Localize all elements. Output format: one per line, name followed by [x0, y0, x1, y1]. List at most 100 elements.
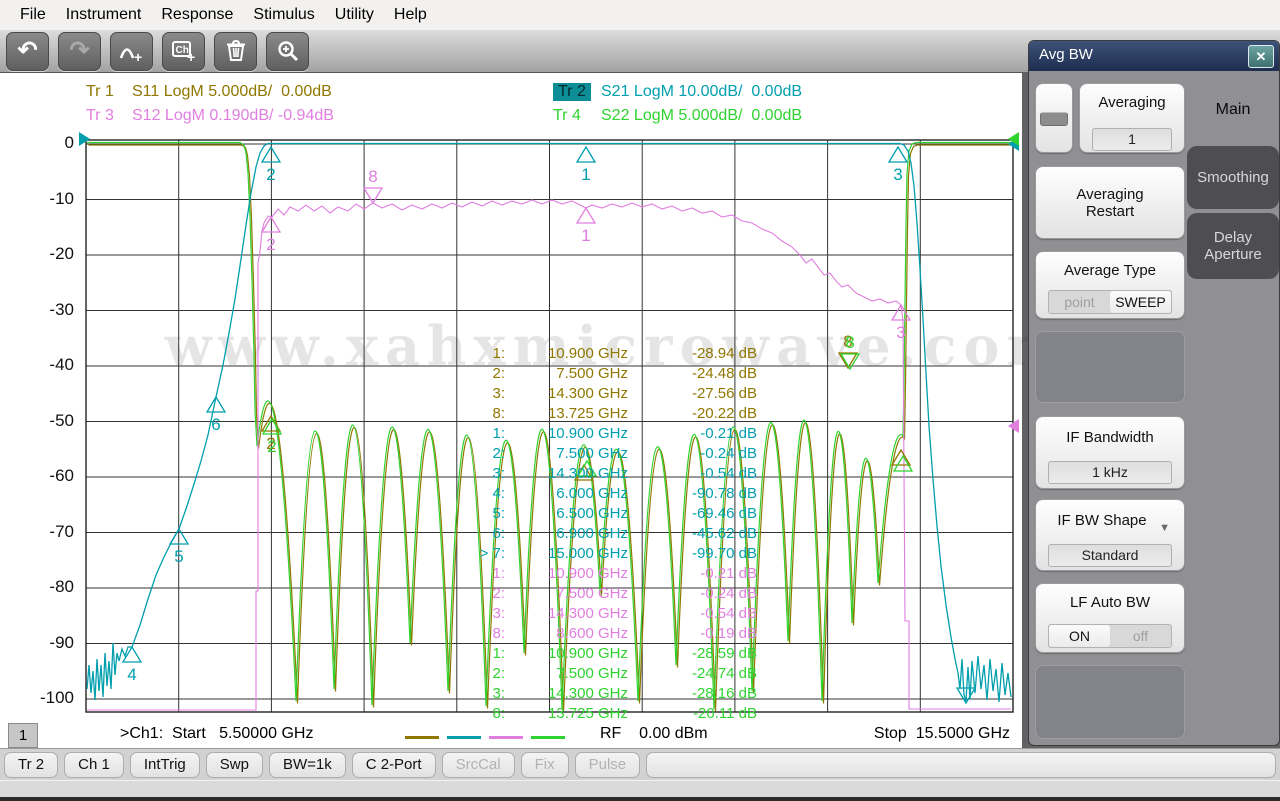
- if-bandwidth-value[interactable]: 1 kHz: [1048, 461, 1172, 484]
- marker-magenta-1[interactable]: [575, 206, 597, 224]
- marker-readout-cell: -20.11 dB: [693, 705, 757, 722]
- status-button-inttrig[interactable]: IntTrig: [129, 751, 200, 778]
- if-bandwidth-button[interactable]: IF Bandwidth 1 kHz: [1035, 416, 1185, 489]
- status-button-blank[interactable]: [646, 751, 1276, 778]
- undo-button[interactable]: ↶: [6, 31, 49, 71]
- status-button-ch-1[interactable]: Ch 1: [64, 751, 124, 778]
- if-bw-shape-label: IF BW Shape: [1057, 512, 1147, 529]
- marker-readout-row-green-2: 2: 7.500 GHz -24.74 dB: [0, 665, 757, 685]
- redo-icon: ↷: [69, 37, 90, 64]
- plot-region: www.xahxmicrowave.com Tr 1 S11 LogM 5.00…: [0, 72, 1064, 748]
- marker-readout-cell: 8:: [492, 705, 505, 722]
- marker-readout-row-cyan-2: 2: 7.500 GHz -0.24 dB: [0, 445, 757, 465]
- averaging-restart-button[interactable]: Averaging Restart: [1035, 166, 1185, 239]
- menu-item-file[interactable]: File: [10, 6, 56, 24]
- average-type-toggle[interactable]: point SWEEP: [1048, 290, 1172, 314]
- tab-delay-aperture[interactable]: Delay Aperture: [1187, 213, 1279, 279]
- marker-readout-cell: 1:: [492, 345, 505, 362]
- marker-readout-row-olive-3: 3: 14.300 GHz -27.56 dB: [0, 385, 757, 405]
- status-button-swp[interactable]: Swp: [205, 751, 263, 778]
- marker-label-magenta-3: 3: [896, 323, 905, 342]
- marker-readout-cell: 4:: [492, 485, 505, 502]
- channel-number-box[interactable]: 1: [8, 723, 38, 748]
- average-type-option-point[interactable]: point: [1049, 291, 1110, 313]
- marker-readout-cell: 14.300 GHz: [547, 605, 628, 622]
- delete-icon: [226, 39, 245, 61]
- marker-readout-cell: 13.725 GHz: [547, 405, 628, 422]
- menu-item-help[interactable]: Help: [384, 6, 437, 24]
- stop-frequency-text[interactable]: Stop 15.5000 GHz: [840, 725, 1010, 743]
- marker-cyan-1[interactable]: [575, 145, 597, 163]
- average-type-option-sweep[interactable]: SWEEP: [1110, 291, 1171, 313]
- marker-label-green-8: 8: [845, 333, 854, 352]
- zoom-icon: [277, 41, 298, 62]
- marker-readout-cell: 6.000 GHz: [556, 485, 628, 502]
- average-type-button[interactable]: Average Type point SWEEP: [1035, 251, 1185, 319]
- marker-readout-cell: 2:: [492, 365, 505, 382]
- averaging-value[interactable]: 1: [1092, 128, 1172, 151]
- lf-auto-bw-toggle[interactable]: ON off: [1048, 624, 1172, 648]
- marker-readout-row-magenta-8: 8: 8.600 GHz -0.19 dB: [0, 625, 757, 645]
- tab-delay-aperture-label: Delay Aperture: [1204, 229, 1262, 263]
- menu-item-utility[interactable]: Utility: [325, 6, 384, 24]
- marker-magenta-8[interactable]: [362, 187, 384, 205]
- marker-readout-cell: -69.46 dB: [691, 505, 757, 522]
- marker-readout-row-olive-2: 2: 7.500 GHz -24.48 dB: [0, 365, 757, 385]
- status-button-srccal[interactable]: SrcCal: [441, 751, 515, 778]
- blank-button-2: [1035, 665, 1185, 739]
- menu-item-instrument[interactable]: Instrument: [56, 6, 152, 24]
- marker-cyan-3[interactable]: [887, 145, 909, 163]
- marker-readout-cell: -28.59 dB: [691, 645, 757, 662]
- zoom-button[interactable]: [266, 31, 309, 71]
- status-button-tr-2[interactable]: Tr 2: [4, 751, 59, 778]
- status-button-fix[interactable]: Fix: [520, 751, 569, 778]
- averaging-button[interactable]: Averaging 1: [1079, 83, 1185, 153]
- panel-title: Avg BW: [1039, 46, 1093, 63]
- if-bw-shape-button[interactable]: IF BW Shape ▼ Standard: [1035, 499, 1185, 571]
- rf-power-text[interactable]: RF 0.00 dBm: [600, 725, 708, 743]
- add-trace-icon: +: [119, 48, 142, 63]
- marker-readout-row-cyan-7: > 7: 15.000 GHz -99.70 dB: [0, 545, 757, 565]
- marker-readout-cell: -90.78 dB: [691, 485, 757, 502]
- menu-item-response[interactable]: Response: [151, 6, 243, 24]
- averaging-enable-button[interactable]: [1035, 83, 1073, 153]
- marker-readout-cell: 3:: [492, 605, 505, 622]
- marker-readout-row-magenta-1: 1: 10.900 GHz -0.21 dB: [0, 565, 757, 585]
- close-button[interactable]: ✕: [1248, 45, 1274, 68]
- svg-text:+: +: [187, 49, 195, 63]
- tab-smoothing[interactable]: Smoothing: [1187, 146, 1279, 209]
- panel-header[interactable]: Avg BW ✕: [1029, 41, 1279, 71]
- marker-readout-cell: 7.500 GHz: [556, 665, 628, 682]
- lf-auto-bw-button[interactable]: LF Auto BW ON off: [1035, 583, 1185, 653]
- menu-item-stimulus[interactable]: Stimulus: [243, 6, 324, 24]
- start-frequency-text[interactable]: >Ch1: Start 5.50000 GHz: [120, 725, 313, 743]
- marker-readout-cell: -0.21 dB: [700, 425, 757, 442]
- add-channel-button[interactable]: Ch +: [162, 31, 205, 71]
- window-bottom-edge: [0, 797, 1280, 801]
- marker-readout-cell: 10.900 GHz: [547, 345, 628, 362]
- blank-button-1: [1035, 331, 1185, 403]
- marker-readout-row-olive-8: 8: 13.725 GHz -20.22 dB: [0, 405, 757, 425]
- marker-readout-cell: 8.600 GHz: [556, 625, 628, 642]
- redo-button[interactable]: ↷: [58, 31, 101, 71]
- marker-readout-cell: 13.725 GHz: [547, 705, 628, 722]
- marker-label-cyan-2: 2: [266, 165, 275, 184]
- lf-auto-bw-option-on[interactable]: ON: [1049, 625, 1110, 647]
- legend-dash-s11: [405, 736, 439, 739]
- legend-dash-s21: [447, 736, 481, 739]
- if-bw-shape-value[interactable]: Standard: [1048, 544, 1172, 567]
- marker-readout-cell: -0.21 dB: [700, 565, 757, 582]
- delete-button[interactable]: [214, 31, 257, 71]
- tab-main[interactable]: Main: [1187, 79, 1279, 141]
- add-trace-button[interactable]: +: [110, 31, 153, 71]
- marker-readout-cell: -0.54 dB: [700, 605, 757, 622]
- status-button-pulse[interactable]: Pulse: [574, 751, 641, 778]
- marker-readout-cell: 1:: [492, 645, 505, 662]
- status-button-c-2-port[interactable]: C 2-Port: [351, 751, 436, 778]
- marker-readout-cell: -45.62 dB: [691, 525, 757, 542]
- lf-auto-bw-option-off[interactable]: off: [1110, 625, 1171, 647]
- marker-readout-cell: -28.94 dB: [691, 345, 757, 362]
- status-button-bw-1k[interactable]: BW=1k: [268, 751, 346, 778]
- marker-readout-cell: 3:: [492, 465, 505, 482]
- marker-readout-cell: 14.300 GHz: [547, 385, 628, 402]
